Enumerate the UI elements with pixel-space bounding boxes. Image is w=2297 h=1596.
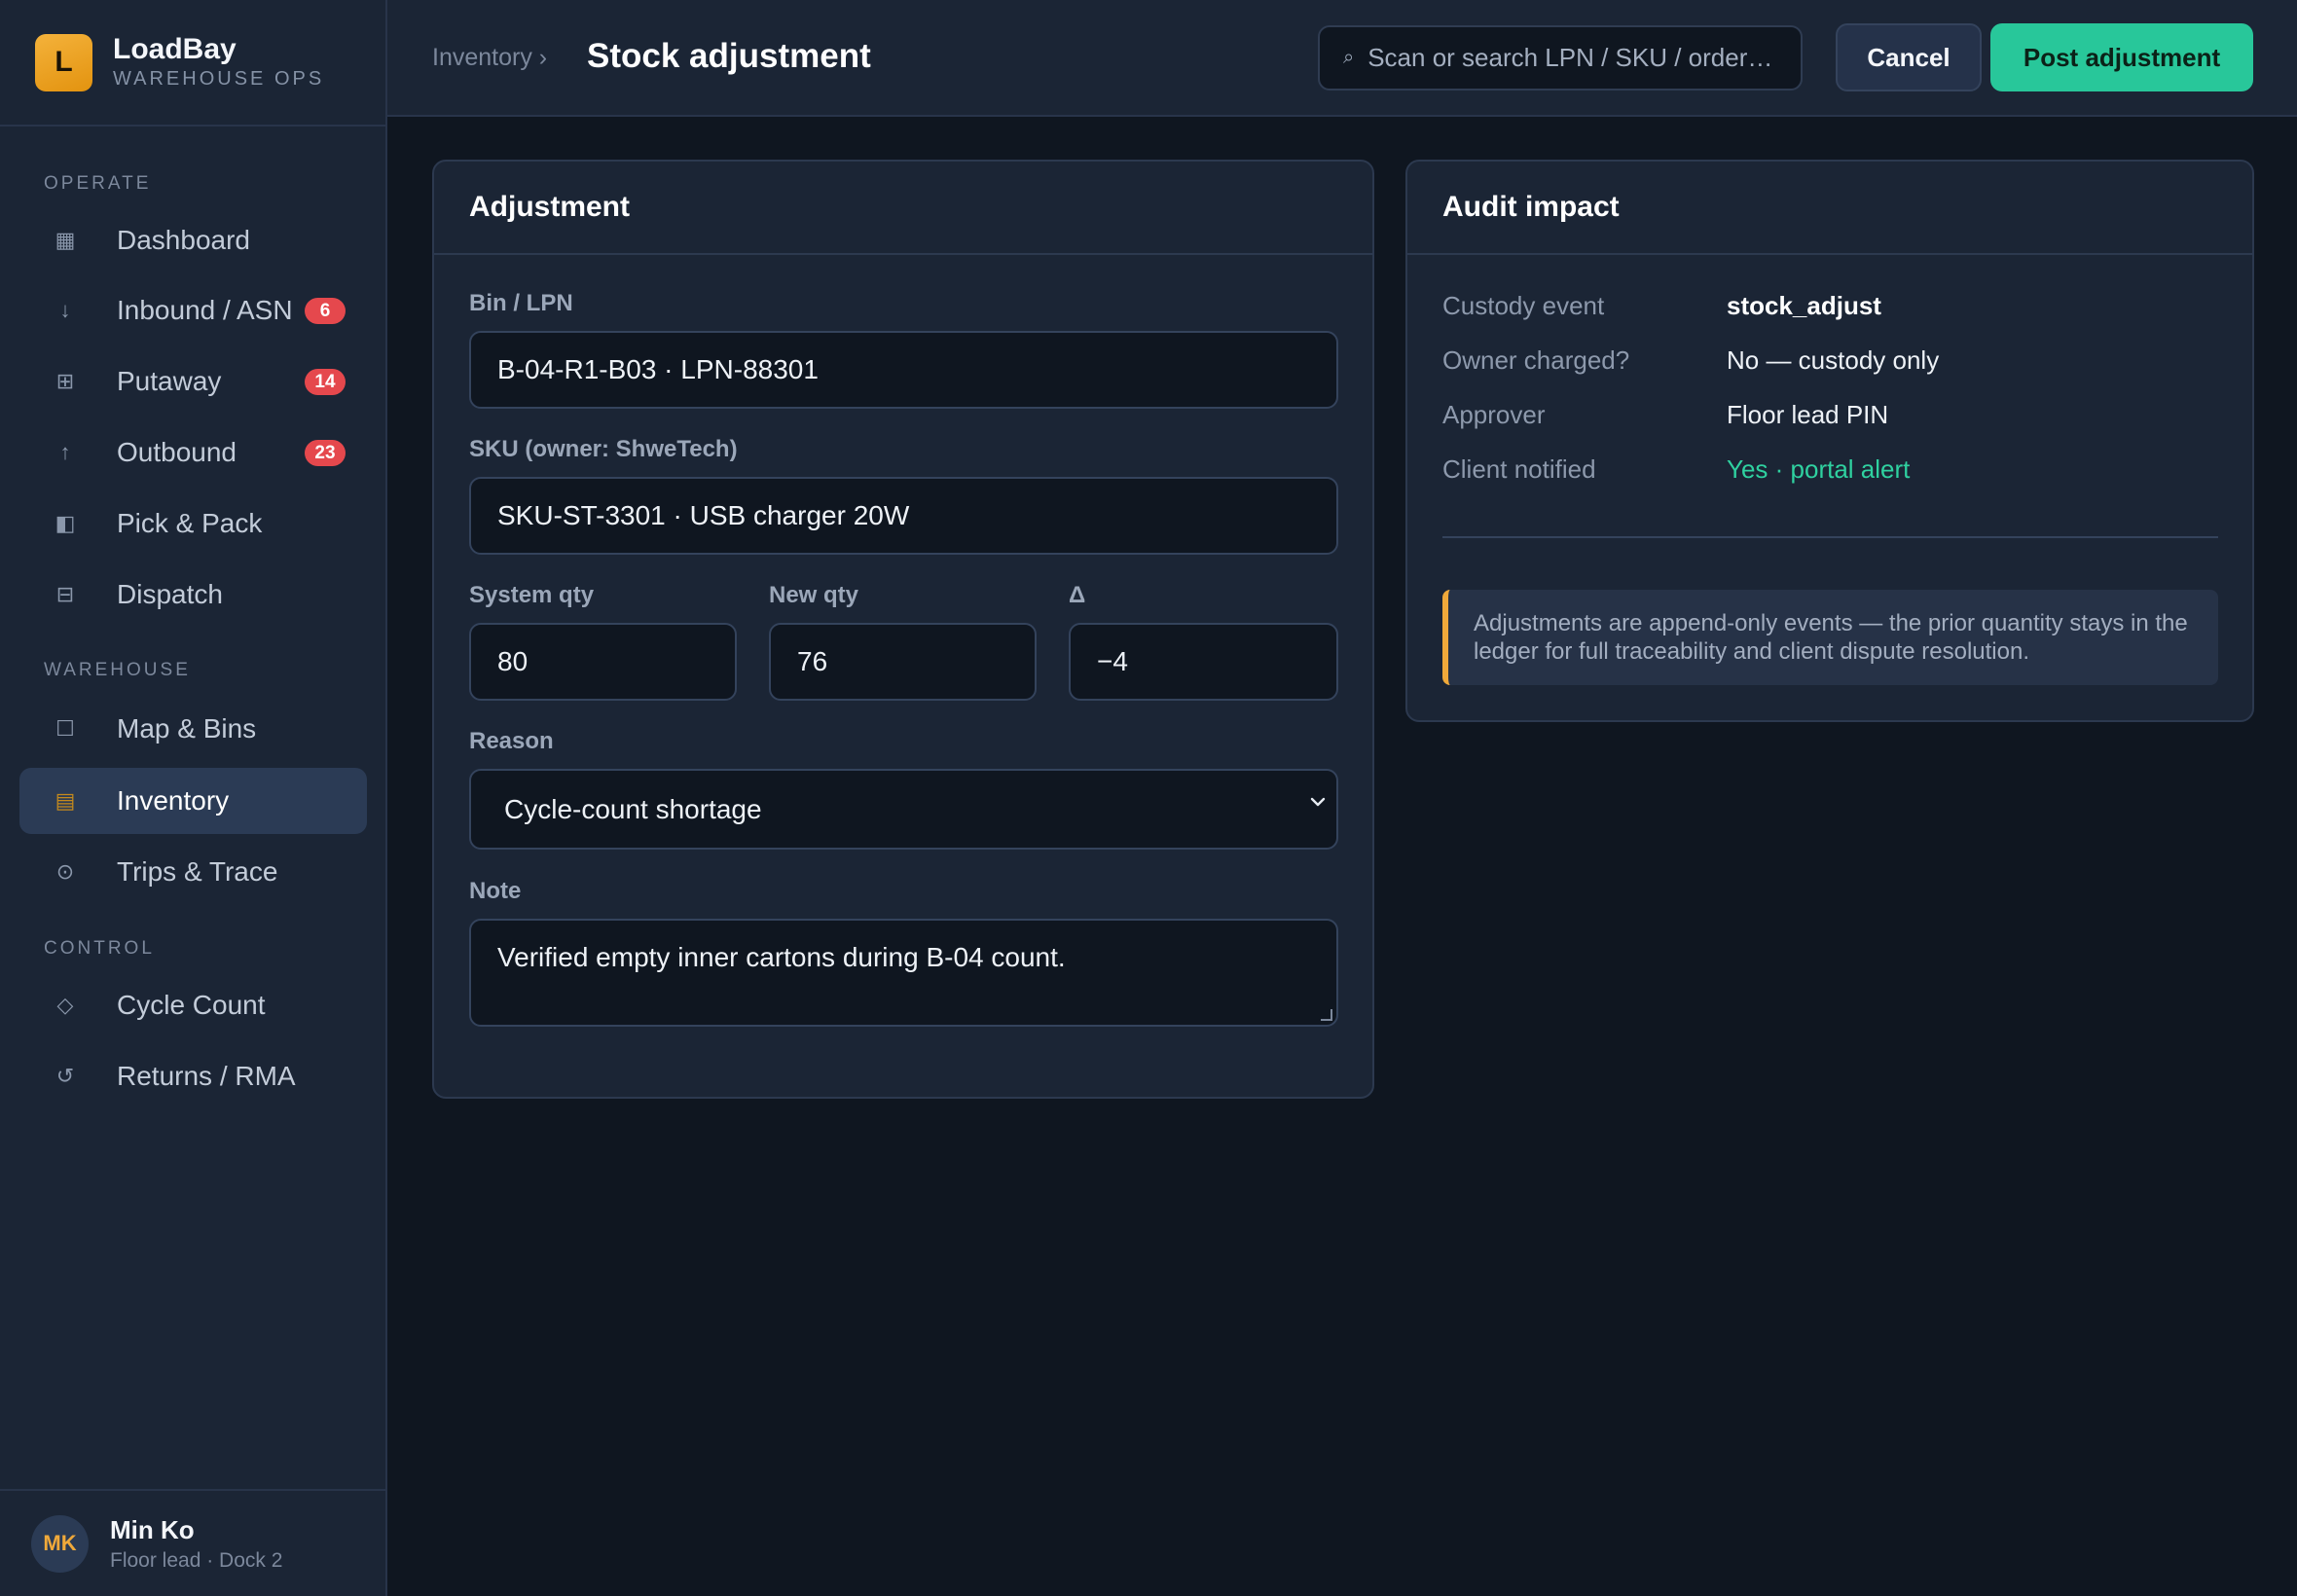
return-icon: ↺ [55,1064,75,1088]
count-badge: 6 [305,298,346,324]
sku-label: SKU (owner: ShweTech) [469,436,738,462]
sidebar-item-label: Dashboard [117,225,250,255]
top-bar: Inventory › Stock adjustment ⌕ Cancel Po… [387,0,2297,117]
sidebar-item-label: Pick & Pack [117,508,263,538]
sidebar-item-dashboard[interactable]: ▦ Dashboard [19,207,367,273]
custody-event-key: Custody event [1442,291,1605,320]
sidebar-item-cycle-count[interactable]: ◇ Cycle Count [19,972,367,1038]
brand-subtitle: WAREHOUSE OPS [113,68,325,91]
bin-lpn-field[interactable]: B-04-R1-B03 · LPN-88301 [469,331,1338,409]
note-textarea[interactable]: Verified empty inner cartons during B-04… [469,919,1338,1027]
reason-select[interactable]: Cycle-count shortage [469,769,1338,850]
sidebar-item-label: Map & Bins [117,713,257,744]
grid-icon: ⊞ [55,369,75,393]
inventory-icon: ▤ [55,788,76,813]
arrow-up-icon: ↑ [59,440,71,464]
system-qty-label: System qty [469,582,595,608]
nav-section-warehouse: WAREHOUSE [44,660,191,680]
sidebar-item-label: Outbound [117,437,237,467]
delta-field: −4 [1069,623,1338,701]
sidebar-item-label: Putaway [117,366,222,396]
search-input[interactable] [1367,43,1801,73]
post-adjustment-button[interactable]: Post adjustment [1990,23,2253,91]
sidebar-item-label: Returns / RMA [117,1061,296,1091]
adjustment-title: Adjustment [434,162,1372,255]
breadcrumb[interactable]: Inventory › [432,44,547,72]
sidebar-item-label: Dispatch [117,579,223,609]
sidebar-item-outbound[interactable]: ↑ Outbound 23 [19,419,367,486]
nav-section-control: CONTROL [44,938,155,959]
reason-label: Reason [469,728,554,754]
sidebar-item-inventory[interactable]: ▤ Inventory [19,768,367,834]
append-only-callout: Adjustments are append-only events — the… [1442,590,2218,685]
brand[interactable]: L LoadBay WAREHOUSE OPS [0,0,385,127]
client-notified-value: Yes · portal alert [1727,454,1911,484]
sidebar-item-trips-trace[interactable]: ⊙ Trips & Trace [19,839,367,905]
chevron-down-icon [1310,797,1326,807]
search-box[interactable]: ⌕ [1318,25,1803,91]
custody-event-value: stock_adjust [1727,291,1881,320]
note-label: Note [469,878,522,904]
user-profile[interactable]: MK Min Ko Floor lead · Dock 2 [0,1489,385,1596]
new-qty-field[interactable]: 76 [769,623,1037,701]
sidebar-item-label: Trips & Trace [117,856,278,887]
new-qty-label: New qty [769,582,859,608]
arrow-down-icon: ↓ [59,298,71,322]
sidebar-item-dispatch[interactable]: ⊟ Dispatch [19,562,367,628]
resize-handle-icon[interactable] [1321,1009,1332,1021]
owner-charged-value: No — custody only [1727,345,1940,375]
bin-label: Bin / LPN [469,290,573,316]
sku-field[interactable]: SKU-ST-3301 · USB charger 20W [469,477,1338,555]
sidebar-item-pick-pack[interactable]: ◧ Pick & Pack [19,490,367,557]
sidebar-item-putaway[interactable]: ⊞ Putaway 14 [19,348,367,415]
dashboard-icon: ▦ [55,228,76,252]
client-notified-key: Client notified [1442,454,1596,484]
approver-value: Floor lead PIN [1727,400,1889,429]
app: L LoadBay WAREHOUSE OPS OPERATE ▦ Dashbo… [0,0,2297,1596]
sidebar-item-label: Inbound / ASN [117,295,293,325]
delta-label: Δ [1069,582,1086,608]
sidebar: L LoadBay WAREHOUSE OPS OPERATE ▦ Dashbo… [0,0,387,1596]
count-badge: 23 [305,440,346,466]
search-icon: ⌕ [1343,47,1355,68]
count-badge: 14 [305,369,346,395]
avatar: MK [31,1514,89,1573]
owner-charged-key: Owner charged? [1442,345,1630,375]
cancel-button[interactable]: Cancel [1836,23,1982,91]
reason-value: Cycle-count shortage [504,793,762,824]
brand-name: LoadBay [113,32,237,65]
audit-impact-card: Audit impact Custody event stock_adjust … [1405,160,2254,722]
approver-key: Approver [1442,400,1546,429]
system-qty-field[interactable]: 80 [469,623,737,701]
sidebar-item-map-bins[interactable]: ☐ Map & Bins [19,696,367,762]
divider [1442,536,2218,538]
boxed-minus-icon: ⊟ [55,582,75,606]
sidebar-item-label: Inventory [117,785,230,816]
brand-logo-icon: L [35,33,92,91]
adjustment-card: Adjustment Bin / LPN B-04-R1-B03 · LPN-8… [432,160,1374,1099]
sidebar-item-label: Cycle Count [117,990,266,1020]
sidebar-item-inbound[interactable]: ↓ Inbound / ASN 6 [19,277,367,344]
note-value: Verified empty inner cartons during B-04… [497,942,1066,972]
half-square-icon: ◧ [55,511,76,535]
audit-title: Audit impact [1407,162,2252,255]
sidebar-item-returns[interactable]: ↺ Returns / RMA [19,1043,367,1109]
target-icon: ⊙ [55,859,75,884]
diamond-icon: ◇ [56,993,74,1017]
page-title: Stock adjustment [587,37,871,75]
square-icon: ☐ [55,716,75,741]
user-role: Floor lead · Dock 2 [110,1548,283,1572]
nav-section-operate: OPERATE [44,173,152,194]
user-name: Min Ko [110,1514,195,1544]
